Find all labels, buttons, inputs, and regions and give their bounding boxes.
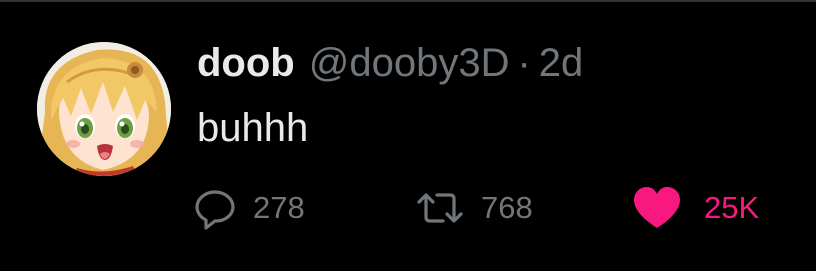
retweet-button[interactable]: 768 bbox=[415, 185, 533, 231]
reply-count: 278 bbox=[253, 190, 305, 225]
tweet-timestamp[interactable]: 2d bbox=[539, 38, 584, 88]
retweet-count: 768 bbox=[481, 190, 533, 225]
like-button[interactable]: 25K bbox=[632, 185, 759, 231]
header-separator: · bbox=[517, 41, 531, 85]
like-count: 25K bbox=[704, 190, 760, 225]
retweet-icon bbox=[417, 193, 463, 223]
tweet-header: doob @dooby3D · 2d bbox=[197, 38, 583, 88]
top-divider bbox=[0, 0, 816, 2]
avatar-illustration bbox=[37, 42, 171, 176]
reply-button[interactable]: 278 bbox=[193, 185, 305, 231]
user-handle[interactable]: @dooby3D bbox=[309, 38, 510, 88]
avatar[interactable] bbox=[37, 42, 171, 176]
tweet-text: buhhh bbox=[197, 106, 309, 150]
display-name[interactable]: doob bbox=[197, 38, 295, 88]
reply-icon bbox=[195, 190, 235, 230]
heart-filled-icon bbox=[634, 187, 680, 228]
